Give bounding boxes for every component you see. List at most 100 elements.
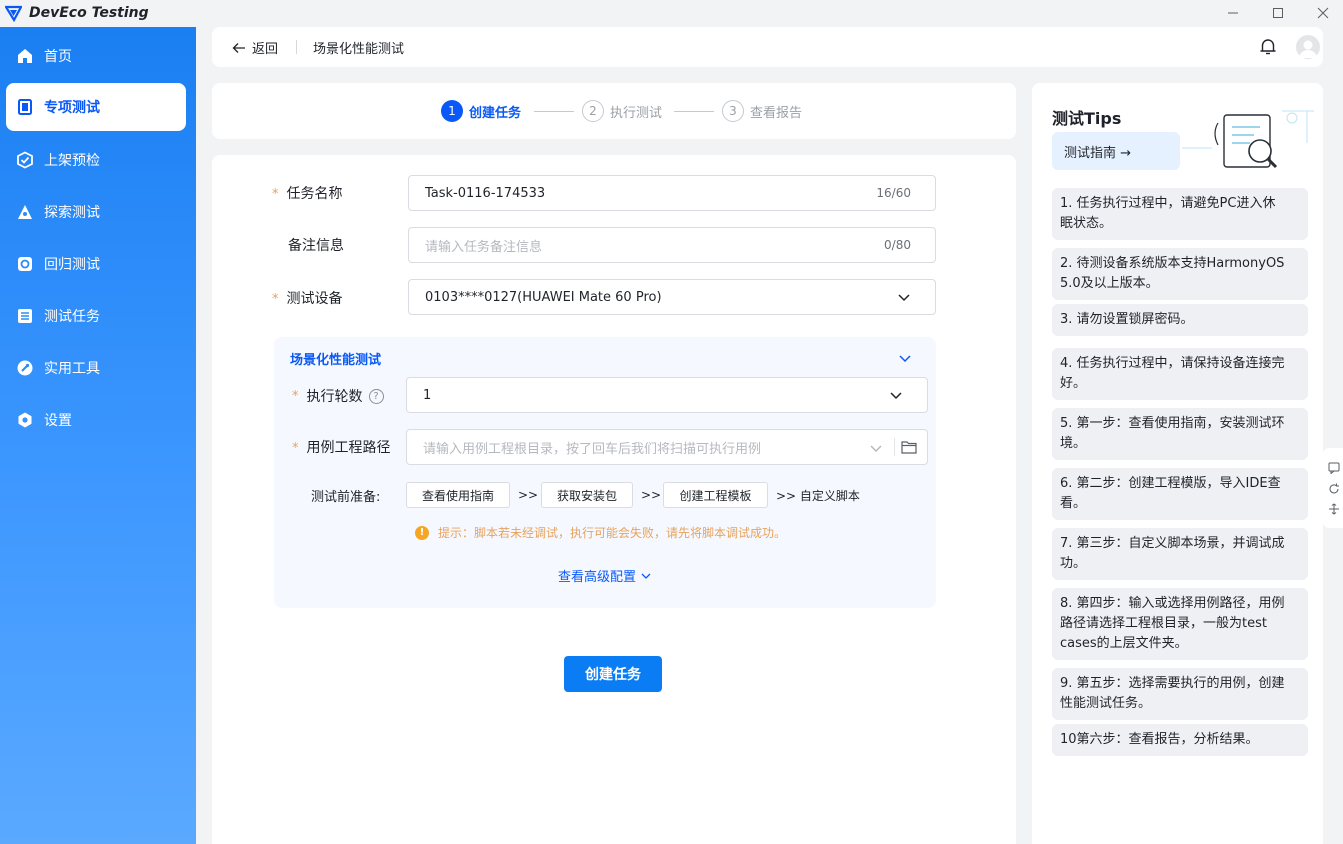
chevron-down-icon: [898, 294, 910, 302]
sidebar-item-label: 探索测试: [44, 205, 100, 221]
task-name-label-text: 任务名称: [286, 186, 343, 202]
rounds-label-text: 执行轮数: [306, 389, 363, 405]
device-icon: [16, 98, 34, 116]
remark-counter: 0/80: [884, 238, 911, 252]
folder-icon[interactable]: [901, 440, 917, 454]
input-divider: [894, 438, 895, 456]
tip-line: 性能测试任务。: [1060, 696, 1152, 711]
tip-line: 7. 第三步：自定义脚本场景，并调试成: [1060, 536, 1285, 551]
sidebar-item-home[interactable]: 首页: [6, 32, 186, 80]
minimize-button[interactable]: [1222, 3, 1244, 23]
maximize-icon: [1273, 8, 1283, 18]
required-mark: *: [272, 292, 279, 307]
sidebar-item-tools[interactable]: 实用工具: [6, 344, 186, 392]
collapse-chevron-icon[interactable]: [898, 351, 912, 365]
tip-line: 8. 第四步：输入或选择用例路径，用例: [1060, 596, 1285, 611]
close-icon: [1317, 7, 1329, 19]
close-button[interactable]: [1312, 3, 1334, 23]
app-title: DevEco Testing: [29, 5, 149, 21]
scenario-config-panel: 场景化性能测试 * 执行轮数 ? 1 * 用例工程路径 请输入用例工程根目录，按了…: [274, 337, 936, 608]
regression-icon: [16, 255, 34, 273]
gear-icon: [16, 411, 34, 429]
remark-placeholder: 请输入任务备注信息: [425, 239, 543, 255]
warning-icon: !: [415, 525, 429, 540]
step-execute-test: 2 执行测试: [582, 100, 662, 122]
step-number: 1: [441, 100, 463, 122]
tip-item: 4. 任务执行过程中，请保持设备连接完 好。: [1052, 348, 1308, 400]
get-package-button[interactable]: 获取安装包: [541, 482, 633, 508]
task-form: * 任务名称 Task-0116-174533 16/60 备注信息 请输入任务备…: [212, 155, 1016, 844]
task-name-input[interactable]: Task-0116-174533 16/60: [408, 175, 936, 211]
breadcrumb: 场景化性能测试: [313, 42, 405, 57]
sidebar-item-regression[interactable]: 回归测试: [6, 240, 186, 288]
bell-icon[interactable]: [1258, 37, 1278, 57]
tip-item: 6. 第二步：创建工程模版，导入IDE查 看。: [1052, 468, 1308, 520]
sidebar-item-label: 专项测试: [44, 100, 100, 116]
sidebar-item-special-test[interactable]: 专项测试: [6, 83, 186, 131]
rounds-value: 1: [423, 387, 432, 403]
step-label: 执行测试: [610, 105, 663, 121]
sidebar-item-precheck[interactable]: 上架预检: [6, 136, 186, 184]
feedback-icon[interactable]: [1328, 462, 1340, 474]
sidebar-item-label: 设置: [44, 413, 72, 429]
case-path-label: * 用例工程路径: [292, 437, 391, 457]
refresh-icon[interactable]: [1328, 483, 1340, 495]
rounds-select[interactable]: 1: [406, 377, 928, 413]
tip-item: 7. 第三步：自定义脚本场景，并调试成 功。: [1052, 528, 1308, 580]
minimize-icon: [1228, 12, 1238, 14]
avatar[interactable]: [1296, 35, 1320, 59]
device-label: * 测试设备: [272, 288, 343, 308]
tip-item: 10第六步：查看报告，分析结果。: [1052, 724, 1308, 756]
case-path-input[interactable]: 请输入用例工程根目录，按了回车后我们将扫描可执行用例: [406, 429, 928, 465]
device-select[interactable]: 0103****0127(HUAWEI Mate 60 Pro): [408, 279, 936, 315]
case-path-placeholder: 请输入用例工程根目录，按了回车后我们将扫描可执行用例: [423, 441, 762, 457]
prep-separator: >>: [641, 488, 662, 502]
sidebar-item-label: 测试任务: [44, 309, 100, 325]
back-button[interactable]: 返回: [232, 38, 278, 57]
explore-icon: [16, 203, 34, 221]
tip-line: 10第六步：查看报告，分析结果。: [1060, 732, 1259, 747]
maximize-button[interactable]: [1267, 3, 1289, 23]
task-list-icon: [16, 307, 34, 325]
step-label: 创建任务: [469, 105, 522, 121]
step-label: 查看报告: [750, 105, 803, 121]
chevron-down-icon: [890, 392, 902, 400]
advanced-config-label: 查看高级配置: [558, 570, 637, 585]
tips-title: 测试Tips: [1052, 109, 1122, 128]
shield-check-icon: [16, 151, 34, 169]
custom-script-link[interactable]: >> 自定义脚本: [776, 487, 860, 504]
tip-line: 3. 请勿设置锁屏密码。: [1060, 312, 1194, 327]
sidebar-item-explore[interactable]: 探索测试: [6, 188, 186, 236]
tip-line: 眠状态。: [1060, 216, 1113, 231]
view-guide-button[interactable]: 查看使用指南: [406, 482, 510, 508]
warning-text: 提示：脚本若未经调试，执行可能会失败，请先将脚本调试成功。: [438, 526, 787, 540]
create-template-button[interactable]: 创建工程模板: [663, 482, 768, 508]
tip-line: 9. 第五步：选择需要执行的用例，创建: [1060, 676, 1285, 691]
sidebar-item-label: 实用工具: [44, 361, 100, 377]
sidebar-item-settings[interactable]: 设置: [6, 396, 186, 444]
help-icon[interactable]: ?: [368, 388, 384, 404]
tip-line: 1. 任务执行过程中，请避免PC进入休: [1060, 196, 1276, 211]
advanced-config-toggle[interactable]: 查看高级配置: [558, 566, 652, 585]
task-name-label: * 任务名称: [272, 183, 343, 203]
tip-item: 5. 第一步：查看使用指南，安装测试环 境。: [1052, 408, 1308, 460]
prep-separator: >>: [518, 488, 539, 502]
remark-label: 备注信息: [288, 238, 344, 254]
remark-input[interactable]: 请输入任务备注信息 0/80: [408, 227, 936, 263]
step-indicator: 1 创建任务 2 执行测试 3 查看报告: [212, 83, 1016, 139]
page-header: 返回 场景化性能测试: [212, 27, 1323, 67]
sidebar-item-test-tasks[interactable]: 测试任务: [6, 292, 186, 340]
tip-line: 功。: [1060, 556, 1087, 571]
tip-line: 4. 任务执行过程中，请保持设备连接完: [1060, 356, 1285, 371]
step-create-task: 1 创建任务: [441, 100, 521, 122]
tip-line: 路径请选择工程根目录，一般为test: [1060, 616, 1267, 631]
create-task-button[interactable]: 创建任务: [564, 656, 662, 692]
move-icon[interactable]: [1328, 503, 1340, 515]
tip-item: 8. 第四步：输入或选择用例路径，用例 路径请选择工程根目录，一般为test c…: [1052, 588, 1308, 660]
chevron-down-icon[interactable]: [869, 441, 883, 455]
tip-item: 2. 待测设备系统版本支持HarmonyOS 5.0及以上版本。: [1052, 248, 1308, 300]
step-number: 3: [722, 100, 744, 122]
sidebar-item-label: 回归测试: [44, 257, 100, 273]
tip-line: 看。: [1060, 496, 1087, 511]
test-guide-button[interactable]: 测试指南 →: [1052, 132, 1180, 170]
